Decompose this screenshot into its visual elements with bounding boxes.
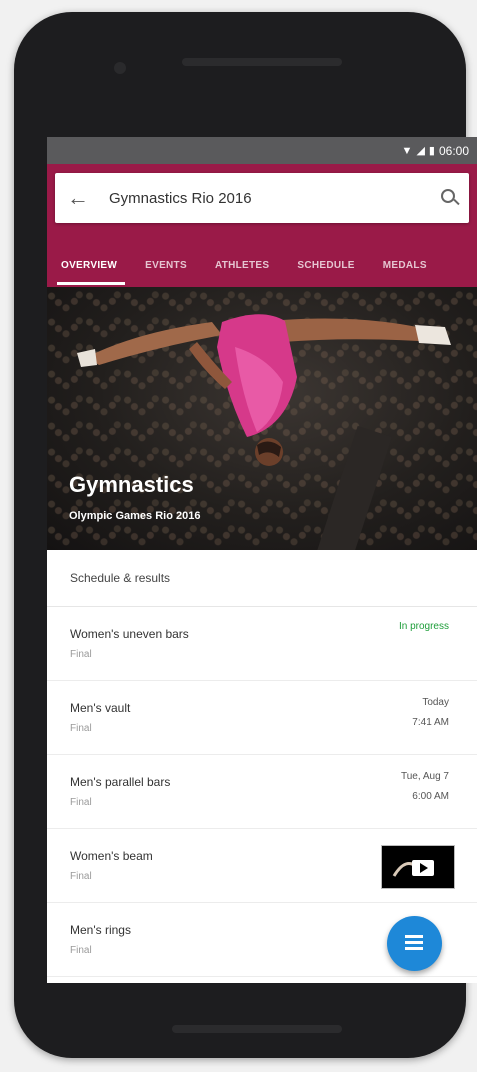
schedule-row[interactable]: Women's uneven bars Final In progress xyxy=(47,607,477,681)
search-icon[interactable] xyxy=(429,173,469,223)
bottom-speaker xyxy=(172,1025,342,1033)
event-title: Women's beam xyxy=(70,849,153,863)
event-stage: Final xyxy=(70,649,92,660)
event-title: Men's parallel bars xyxy=(70,775,171,789)
tab-events[interactable]: EVENTS xyxy=(131,244,201,287)
app-bar: ← Gymnastics Rio 2016 OVERVIEW EVENTS AT… xyxy=(47,164,477,287)
tab-overview[interactable]: OVERVIEW xyxy=(47,244,131,287)
schedule-row[interactable]: Women's beam Final xyxy=(47,829,477,903)
schedule-row[interactable]: Men's parallel bars Final Tue, Aug 7 6:0… xyxy=(47,755,477,829)
list-icon xyxy=(405,935,423,953)
hero-subtitle: Olympic Games Rio 2016 xyxy=(69,510,201,522)
front-camera xyxy=(114,62,126,74)
tab-medals[interactable]: MEDALS xyxy=(369,244,441,287)
wifi-icon: ▼ xyxy=(401,144,413,157)
arrow-back-icon[interactable]: ← xyxy=(55,185,101,211)
search-bar[interactable]: ← Gymnastics Rio 2016 xyxy=(55,173,469,223)
status-bar: ▼ ◢ ▮ 06:00 xyxy=(47,137,477,164)
play-video-icon xyxy=(392,860,434,877)
event-date: Tue, Aug 7 xyxy=(401,771,449,782)
list-fab-button[interactable] xyxy=(387,916,442,971)
status-time: 06:00 xyxy=(438,143,469,158)
tab-bar: OVERVIEW EVENTS ATHLETES SCHEDULE MEDALS xyxy=(47,244,477,287)
event-stage: Final xyxy=(70,945,92,956)
hero-title: Gymnastics xyxy=(69,472,194,497)
video-thumbnail[interactable] xyxy=(381,845,455,889)
screen: ▼ ◢ ▮ 06:00 ← Gymnastics Rio 2016 OVERVI… xyxy=(47,137,477,983)
signal-icon: ◢ xyxy=(416,145,425,157)
schedule-row[interactable]: Men's vault Final Today 7:41 AM xyxy=(47,681,477,755)
status-badge: In progress xyxy=(398,621,449,632)
hero-image[interactable]: Gymnastics Olympic Games Rio 2016 xyxy=(47,287,477,550)
event-time: 6:00 AM xyxy=(412,791,449,802)
search-query[interactable]: Gymnastics Rio 2016 xyxy=(101,190,429,207)
event-stage: Final xyxy=(70,723,92,734)
event-title: Women's uneven bars xyxy=(70,627,189,641)
event-stage: Final xyxy=(70,797,92,808)
phone-frame: ▼ ◢ ▮ 06:00 ← Gymnastics Rio 2016 OVERVI… xyxy=(14,12,477,1058)
event-title: Men's vault xyxy=(70,701,131,715)
event-stage: Final xyxy=(70,871,92,882)
tab-athletes[interactable]: ATHLETES xyxy=(201,244,283,287)
battery-icon: ▮ xyxy=(428,145,435,157)
section-header: Schedule & results xyxy=(47,550,477,607)
event-time: 7:41 AM xyxy=(412,717,449,728)
tab-schedule[interactable]: SCHEDULE xyxy=(283,244,368,287)
earpiece-speaker xyxy=(182,58,342,66)
event-title: Men's rings xyxy=(70,923,131,937)
event-date: Today xyxy=(422,697,449,708)
